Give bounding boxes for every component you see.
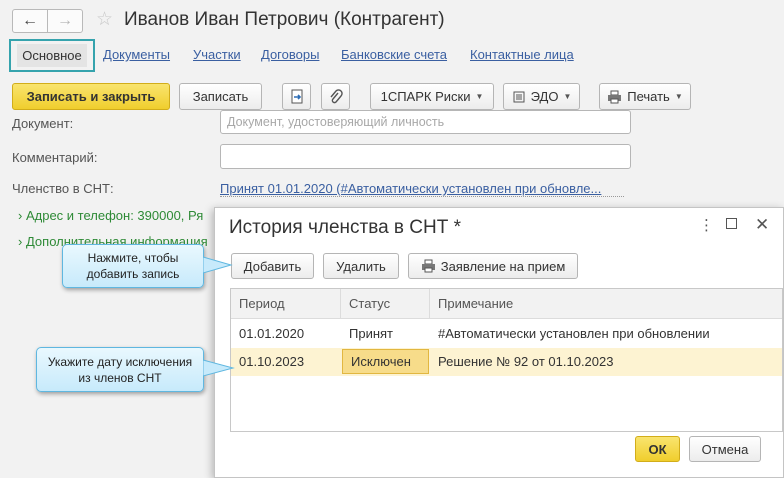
tab-contracts[interactable]: Договоры	[261, 47, 319, 62]
table-row-selected[interactable]: 01.10.2023 Исключен Решение № 92 от 01.1…	[231, 348, 782, 376]
edo-icon	[513, 91, 525, 102]
spark-risks-label: 1СПАРК Риски	[380, 89, 471, 104]
note-cell[interactable]: Решение № 92 от 01.10.2023	[430, 348, 782, 376]
column-header-note[interactable]: Примечание	[430, 289, 782, 319]
chevron-right-icon: ›	[18, 208, 23, 223]
tab-bank-accounts[interactable]: Банковские счета	[341, 47, 447, 62]
tab-contact-persons[interactable]: Контактные лица	[470, 47, 574, 62]
ok-button[interactable]: ОК	[635, 436, 680, 462]
membership-label: Членство в СНТ:	[12, 181, 114, 196]
table-header: Период Статус Примечание	[231, 289, 782, 319]
back-button[interactable]: ←	[12, 9, 48, 33]
period-cell[interactable]: 01.10.2023	[231, 348, 341, 376]
table-row[interactable]: 01.01.2020 Принят #Автоматически установ…	[231, 320, 782, 348]
status-cell[interactable]: Принят	[341, 320, 430, 348]
period-cell[interactable]: 01.01.2020	[231, 320, 341, 348]
chevron-down-icon: ▼	[475, 92, 484, 101]
date-hint-callout: Укажите дату исключения из членов СНТ	[36, 347, 204, 392]
add-hint-text: Нажмите, чтобы добавить запись	[86, 251, 180, 281]
tab-documents[interactable]: Документы	[103, 47, 170, 62]
page-title: Иванов Иван Петрович (Контрагент)	[124, 9, 445, 30]
date-hint-text: Укажите дату исключения из членов СНТ	[47, 354, 193, 385]
tab-plots[interactable]: Участки	[193, 47, 241, 62]
print-label: Печать	[627, 89, 670, 104]
arrow-right-icon: →	[57, 12, 73, 29]
favorite-star-icon[interactable]: ☆	[96, 8, 113, 31]
chevron-down-icon: ▼	[674, 92, 683, 101]
comment-field[interactable]	[220, 144, 631, 169]
printer-icon	[608, 90, 622, 103]
add-hint-callout: Нажмите, чтобы добавить запись	[62, 244, 204, 288]
history-table: Период Статус Примечание 01.01.2020 Прин…	[230, 288, 783, 432]
edo-label: ЭДО	[530, 89, 559, 104]
forward-button[interactable]: →	[47, 9, 83, 33]
application-button[interactable]: Заявление на прием	[408, 253, 578, 279]
attachment-button[interactable]	[321, 83, 350, 110]
tab-main-label: Основное	[17, 44, 87, 67]
document-label: Документ:	[12, 116, 74, 131]
edo-button[interactable]: ЭДО ▼	[503, 83, 580, 110]
maximize-icon[interactable]	[726, 218, 737, 229]
delete-record-button[interactable]: Удалить	[323, 253, 399, 279]
membership-link[interactable]: Принят 01.01.2020 (#Автоматически устано…	[220, 181, 624, 197]
document-arrow-button[interactable]	[282, 83, 311, 110]
printer-icon	[421, 259, 435, 273]
document-arrow-icon	[291, 89, 302, 103]
close-icon[interactable]: ✕	[755, 215, 769, 235]
tab-main[interactable]: Основное	[9, 39, 95, 72]
save-and-close-button[interactable]: Записать и закрыть	[12, 83, 170, 110]
document-field[interactable]: Документ, удостоверяющий личность	[220, 110, 631, 134]
cancel-button[interactable]: Отмена	[689, 436, 761, 462]
address-group-label: Адрес и телефон: 390000, Ря	[25, 208, 204, 223]
arrow-left-icon: ←	[22, 12, 38, 29]
column-header-status[interactable]: Статус	[341, 289, 430, 319]
chevron-right-icon: ›	[18, 234, 23, 249]
address-group[interactable]: › Адрес и телефон: 390000, Ря	[18, 208, 203, 223]
callout-arrow-icon	[203, 359, 235, 377]
column-header-period[interactable]: Период	[231, 289, 341, 319]
note-cell[interactable]: #Автоматически установлен при обновлении	[430, 320, 782, 348]
status-cell[interactable]: Исключен	[342, 349, 429, 374]
comment-label: Комментарий:	[12, 150, 98, 165]
more-menu-icon[interactable]: ⋮	[699, 216, 714, 234]
save-button[interactable]: Записать	[179, 83, 262, 110]
application-label: Заявление на прием	[440, 258, 566, 274]
add-record-button[interactable]: Добавить	[231, 253, 314, 279]
callout-arrow-icon	[203, 256, 233, 274]
dialog-title: История членства в СНТ *	[229, 217, 462, 238]
chevron-down-icon: ▼	[563, 92, 572, 101]
membership-history-dialog: История членства в СНТ * ⋮ ✕ Добавить Уд…	[214, 207, 784, 478]
print-button[interactable]: Печать ▼	[599, 83, 691, 110]
spark-risks-button[interactable]: 1СПАРК Риски ▼	[370, 83, 494, 110]
paperclip-icon	[329, 88, 343, 103]
